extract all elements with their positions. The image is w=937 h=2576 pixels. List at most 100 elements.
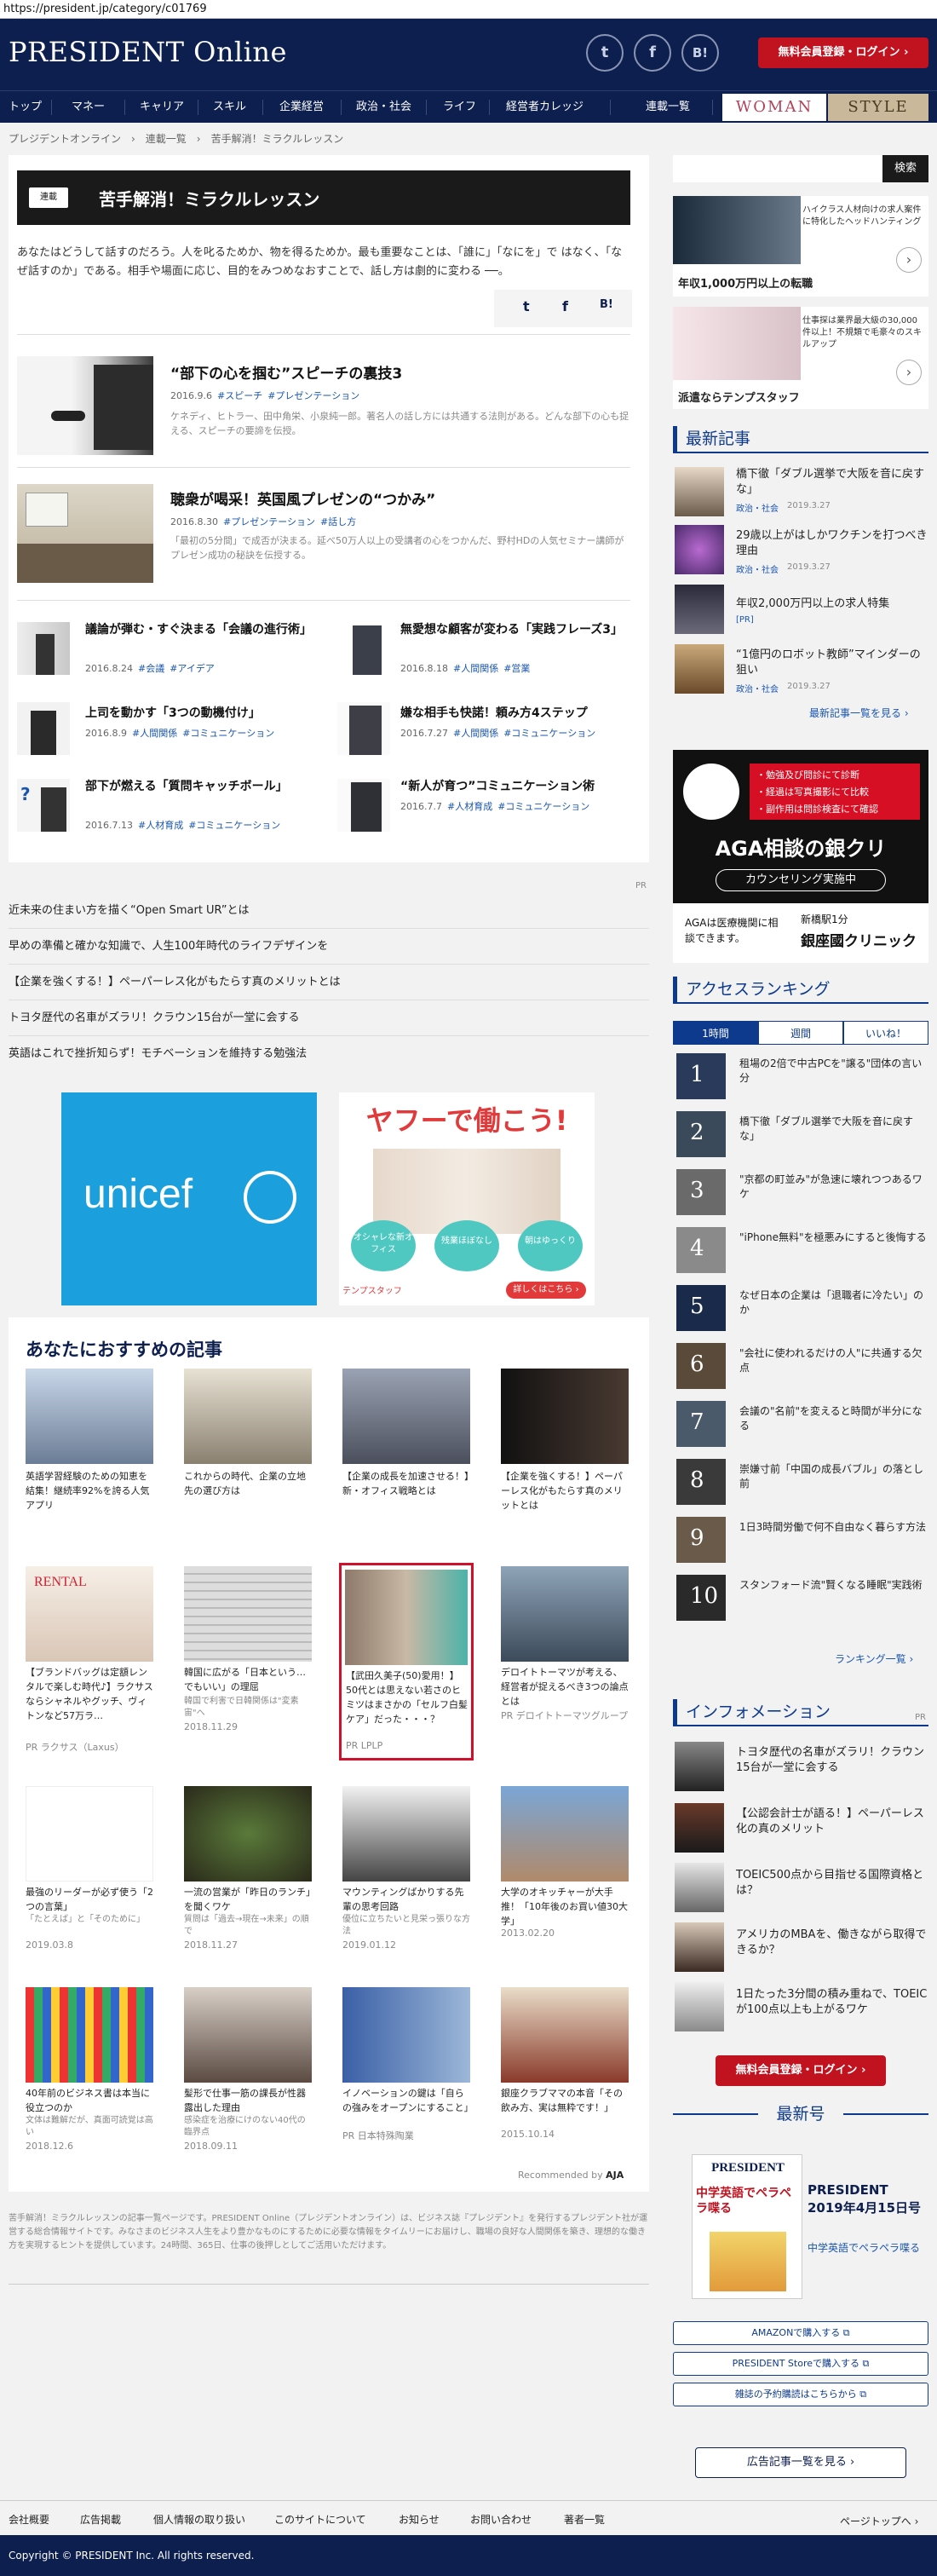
ranking-row[interactable]: 9 1日3時間労働で何不自由なく暮らす方法 [673,1517,928,1565]
footer-link[interactable]: お問い合わせ [470,2512,532,2527]
article-thumb-4[interactable] [337,702,390,755]
ranking-thumb[interactable]: 6 [676,1343,726,1389]
pr-link[interactable]: 【企業を強くする！】ペーパーレス化がもたらす真のメリットとは [9,965,649,1000]
rec-title-9[interactable]: 最強のリーダーが必ず使う「2つの言葉」 [26,1885,155,1914]
info-title-1[interactable]: トヨタ歴代の名車がズラリ！クラウン15台が一堂に会する [736,1745,928,1776]
info-title-4[interactable]: アメリカのMBAを、働きながら取得できるか？ [736,1928,928,1958]
magazine-cover[interactable]: PRESIDENT 中学英語でペラペラ喋る [692,2154,802,2299]
side-ad-2[interactable]: 仕事探は業界最大級の30,000件以上！不規類で毛豪々のスキルアップ 派遣ならテ… [673,307,928,409]
ranking-thumb[interactable]: 1 [676,1053,726,1099]
footer-link[interactable]: 個人情報の取り扱い [153,2512,245,2527]
buy-amazon-button[interactable]: AMAZONで購入する ⧉ [673,2321,928,2345]
featured-thumb-2[interactable] [17,484,153,583]
rec-thumb-12[interactable] [501,1786,629,1882]
ranking-thumb[interactable]: 8 [676,1459,726,1505]
latest-thumb-1[interactable] [675,467,724,516]
tag-link[interactable]: #話し方 [320,516,356,527]
footer-link[interactable]: このサイトについて [274,2512,366,2527]
rec-thumb-4[interactable] [501,1369,629,1464]
rec-thumb-2[interactable] [184,1369,312,1464]
site-logo[interactable]: PRESIDENT Online [9,36,287,68]
share-twitter-icon[interactable]: t [523,298,530,314]
nav-money[interactable]: マネー [72,91,105,124]
article-title-5[interactable]: 部下が燃える「質問キャッチボール」 [85,777,322,796]
rec-thumb-1[interactable] [26,1369,153,1464]
hatena-bookmark-icon[interactable]: B! [681,34,719,72]
featured-title-1[interactable]: “部下の心を掴む”スピーチの裏技3 [170,361,630,383]
unicef-ad[interactable]: unicef [61,1092,317,1305]
featured-thumb-1[interactable] [17,356,153,455]
nav-college[interactable]: 経営者カレッジ [506,91,583,124]
ranking-row[interactable]: 2 橋下徹「ダブル選挙で大阪を音に戻すな」 [673,1111,928,1160]
ranking-thumb[interactable]: 4 [676,1227,726,1273]
rec-thumb-15[interactable] [342,1987,470,2083]
rec-thumb-10[interactable] [184,1786,312,1882]
rec-title-8[interactable]: デロイトトーマツが考える、経営者が捉えるべき3つの論点とは [501,1665,630,1709]
search-button[interactable]: 検索 [882,155,928,182]
latest-title-2[interactable]: 29歳以上がはしかワクチンを打つべき理由 [736,528,928,559]
rec-title-6[interactable]: 韓国に広がる「日本という…でもいい」の理屈 [184,1665,313,1694]
breadcrumb[interactable]: プレジデントオンライン › 連載一覧 › 苦手解消！ミラクルレッスン [9,131,343,146]
latest-cat-4[interactable]: 政治・社会 [736,682,779,694]
ranking-thumb[interactable]: 2 [676,1111,726,1157]
footer-link[interactable]: 著者一覧 [564,2512,605,2527]
article-title-2[interactable]: 無愛想な顧客が変わる「実践フレーズ3」 [400,620,637,639]
rec-title-1[interactable]: 英語学習経験のための知恵を結集！継続率92%を誇る人気アプリ [26,1469,155,1513]
rec-thumb-11[interactable] [342,1786,470,1882]
ranking-row[interactable]: 5 なぜ日本の企業は「退職者に冷たい」のか [673,1285,928,1334]
article-title-4[interactable]: 嫌な相手も快諾！頼み方4ステップ [400,704,637,723]
share-hatena-icon[interactable]: B! [600,298,613,311]
nav-management[interactable]: 企業経営 [279,91,324,124]
side-ad-1[interactable]: ハイクラス人材向けの求人案件に特化したヘッドハンティング 年収1,000万円以上… [673,196,928,297]
nav-life[interactable]: ライフ [443,91,476,124]
page-top-link[interactable]: ページトップへ › [840,2514,918,2528]
ranking-row[interactable]: 8 崇嫌寸前「中国の成長バブル」の落とし前 [673,1459,928,1507]
article-thumb-5[interactable]: ? [17,779,70,832]
ranking-title[interactable]: なぜ日本の企業は「退職者に冷たい」のか [739,1288,928,1317]
ranking-row[interactable]: 7 会議の"名前"を変えると時間が半分になる [673,1401,928,1449]
register-login-button[interactable]: 無料会員登録・ログイン › [758,37,928,68]
ranking-title[interactable]: 1日3時間労働で何不自由なく暮らす方法 [739,1520,928,1535]
buy-store-button[interactable]: PRESIDENT Storeで購入する ⧉ [673,2352,928,2376]
rec-title-7[interactable]: 【武田久美子(50)愛用！】50代とは思えない若さのヒミツはまさかの「セルフ白髪… [346,1668,468,1726]
latest-title-3[interactable]: 年収2,000万円以上の求人特集 [736,596,928,612]
aga-ad[interactable]: ・勉強及び問診にて診断 ・経過は写真撮影にて比較 ・副作用は問診検査にて確認 AGA… [673,750,928,963]
info-thumb-5[interactable] [675,1982,724,2031]
tab-likes[interactable]: いいね！ [843,1021,928,1045]
rec-thumb-9[interactable] [26,1786,153,1882]
ranking-row[interactable]: 3 "京都の町並み"が急速に壊れつつあるワケ [673,1169,928,1218]
latest-thumb-3[interactable] [675,585,724,634]
latest-cat-1[interactable]: 政治・社会 [736,501,779,514]
nav-politics[interactable]: 政治・社会 [356,91,411,124]
ranking-row[interactable]: 10 スタンフォード流"賢くなる睡眠"実践術 [673,1575,928,1623]
article-thumb-3[interactable] [17,702,70,755]
footer-link[interactable]: 広告掲載 [80,2512,121,2527]
article-thumb-2[interactable] [337,622,390,675]
info-title-2[interactable]: 【公認会計士が語る！】ペーパーレス化の真のメリット [736,1807,928,1837]
rec-thumb-16[interactable] [501,1987,629,2083]
tab-weekly[interactable]: 週間 [758,1021,843,1045]
ranking-thumb[interactable]: 5 [676,1285,726,1331]
tag-link[interactable]: #プレゼンテーション [267,390,359,401]
article-thumb-6[interactable] [337,779,390,832]
rec-title-11[interactable]: マウンティングばかりする先輩の思考回路 [342,1885,472,1914]
rec-title-3[interactable]: 【企業の成長を加速させる！】新・オフィス戦略とは [342,1469,472,1498]
rec-thumb-13[interactable] [26,1987,153,2083]
footer-link[interactable]: お知らせ [399,2512,440,2527]
nav-top[interactable]: トップ [9,91,42,124]
register-login-button-2[interactable]: 無料会員登録・ログイン › [716,2055,886,2086]
info-title-5[interactable]: 1日たった3分間の積み重ねで、TOEICが100点以上も上がるワケ [736,1987,928,2018]
facebook-icon[interactable]: f [634,34,671,72]
ranking-title[interactable]: "京都の町並み"が急速に壊れつつあるワケ [739,1173,928,1202]
ranking-thumb[interactable]: 10 [676,1575,726,1621]
rec-thumb-5[interactable]: RENTAL [26,1566,153,1662]
info-thumb-1[interactable] [675,1742,724,1791]
rec-thumb-7[interactable] [345,1570,468,1665]
url-bar[interactable]: https://president.jp/category/c01769 [0,0,937,19]
twitter-icon[interactable]: t [586,34,624,72]
chevron-right-icon[interactable]: › [896,360,922,385]
rec-title-4[interactable]: 【企業を強くする！】ペーパーレス化がもたらす真のメリットとは [501,1469,630,1513]
footer-link[interactable]: 会社概要 [9,2512,49,2527]
rec-title-14[interactable]: 髪形で仕事一筋の課長が性器露出した理由 [184,2086,313,2115]
rec-title-16[interactable]: 銀座クラブママの本音「その飲み方、実は無粋です！」 [501,2086,630,2115]
